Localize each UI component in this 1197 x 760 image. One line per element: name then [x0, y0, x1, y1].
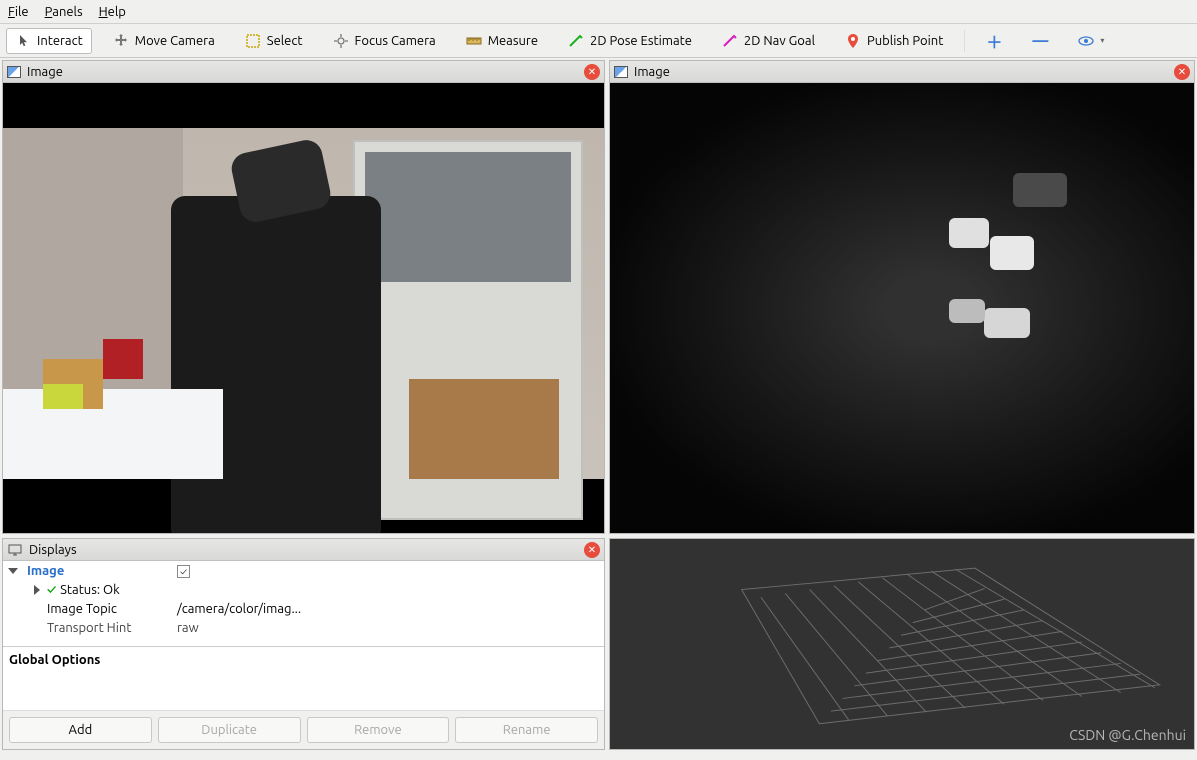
select-button[interactable]: Select	[236, 28, 312, 54]
focus-camera-label: Focus Camera	[355, 34, 436, 48]
image-panel-right-body[interactable]	[610, 83, 1194, 533]
image-panel-left: Image ✕	[2, 60, 605, 534]
publish-point-label: Publish Point	[867, 34, 943, 48]
image-panel-left-header[interactable]: Image ✕	[3, 61, 604, 83]
toolbar-separator	[964, 30, 965, 52]
menu-file[interactable]: File	[8, 5, 29, 19]
image-panel-left-title: Image	[27, 65, 578, 79]
chevron-down-icon: ▾	[1100, 36, 1104, 45]
displays-tree[interactable]: Image ✓ ✓ Status: Ok Image	[3, 561, 604, 646]
depth-camera-image	[610, 83, 1194, 533]
select-icon	[245, 33, 261, 49]
focus-camera-icon	[333, 33, 349, 49]
image-visibility-checkbox[interactable]: ✓	[177, 565, 190, 578]
pose-estimate-label: 2D Pose Estimate	[590, 34, 692, 48]
eye-icon	[1078, 33, 1094, 49]
displays-title: Displays	[29, 543, 578, 557]
tree-row-image[interactable]: Image ✓	[3, 561, 604, 580]
3d-grid	[610, 539, 1194, 749]
transport-hint-value[interactable]: raw	[173, 621, 604, 635]
rename-button[interactable]: Rename	[455, 717, 598, 743]
measure-label: Measure	[488, 34, 538, 48]
move-camera-button[interactable]: Move Camera	[104, 28, 224, 54]
description-title: Global Options	[9, 653, 598, 667]
interact-label: Interact	[37, 34, 83, 48]
menu-bar: File Panels Help	[0, 0, 1197, 24]
close-icon[interactable]: ✕	[584, 64, 600, 80]
tree-row-image-topic[interactable]: Image Topic /camera/color/imag...	[3, 599, 604, 618]
description-box: Global Options	[3, 646, 604, 710]
minus-icon: —	[1032, 32, 1048, 50]
watermark: CSDN @G.Chenhui	[1069, 727, 1186, 743]
status-ok-icon: ✓	[47, 583, 56, 597]
publish-point-button[interactable]: Publish Point	[836, 28, 952, 54]
interact-icon	[15, 33, 31, 49]
remove-button[interactable]: Remove	[307, 717, 450, 743]
pose-estimate-icon	[568, 33, 584, 49]
expand-icon[interactable]	[34, 585, 40, 595]
views-dropdown[interactable]: ▾	[1069, 28, 1113, 54]
select-label: Select	[267, 34, 303, 48]
toolbar: Interact Move Camera Select Focus Camera…	[0, 24, 1197, 58]
displays-panel: Displays ✕ Image ✓ ✓	[2, 538, 605, 750]
displays-header[interactable]: Displays ✕	[3, 539, 604, 561]
bottom-left-region: Displays ✕ Image ✓ ✓	[2, 538, 605, 750]
image-panel-right-header[interactable]: Image ✕	[610, 61, 1194, 83]
image-topic-label: Image Topic	[47, 602, 117, 616]
image-topic-value[interactable]: /camera/color/imag...	[173, 602, 604, 616]
remove-tool-button[interactable]: —	[1023, 27, 1057, 55]
menu-panels[interactable]: Panels	[45, 5, 83, 19]
rgb-camera-image	[3, 83, 604, 533]
move-camera-label: Move Camera	[135, 34, 215, 48]
add-button[interactable]: Add	[9, 717, 152, 743]
expand-icon[interactable]	[8, 568, 18, 574]
close-icon[interactable]: ✕	[1174, 64, 1190, 80]
main-area: Image ✕ Image ✕	[0, 58, 1197, 760]
nav-goal-label: 2D Nav Goal	[744, 34, 815, 48]
transport-hint-label: Transport Hint	[47, 621, 131, 635]
tree-row-transport-hint[interactable]: Transport Hint raw	[3, 618, 604, 637]
measure-button[interactable]: Measure	[457, 28, 547, 54]
interact-button[interactable]: Interact	[6, 28, 92, 54]
duplicate-button[interactable]: Duplicate	[158, 717, 301, 743]
add-tool-button[interactable]: ＋	[977, 24, 1011, 58]
nav-goal-button[interactable]: 2D Nav Goal	[713, 28, 824, 54]
tree-row-status[interactable]: ✓ Status: Ok	[3, 580, 604, 599]
displays-icon	[7, 542, 23, 558]
image-icon	[614, 66, 628, 78]
pose-estimate-button[interactable]: 2D Pose Estimate	[559, 28, 701, 54]
close-icon[interactable]: ✕	[584, 542, 600, 558]
image-panel-right-title: Image	[634, 65, 1168, 79]
displays-button-row: Add Duplicate Remove Rename	[3, 710, 604, 749]
3d-view-panel[interactable]: ◂ CSDN @G.Chenhui	[609, 538, 1195, 750]
measure-icon	[466, 33, 482, 49]
publish-point-icon	[845, 33, 861, 49]
nav-goal-icon	[722, 33, 738, 49]
plus-icon: ＋	[986, 29, 1002, 53]
menu-help[interactable]: Help	[99, 5, 126, 19]
move-camera-icon	[113, 33, 129, 49]
status-label: Status: Ok	[60, 583, 120, 597]
image-panel-left-body[interactable]	[3, 83, 604, 533]
image-panel-right: Image ✕	[609, 60, 1195, 534]
tree-image-label: Image	[27, 564, 64, 578]
focus-camera-button[interactable]: Focus Camera	[324, 28, 445, 54]
image-icon	[7, 66, 21, 78]
